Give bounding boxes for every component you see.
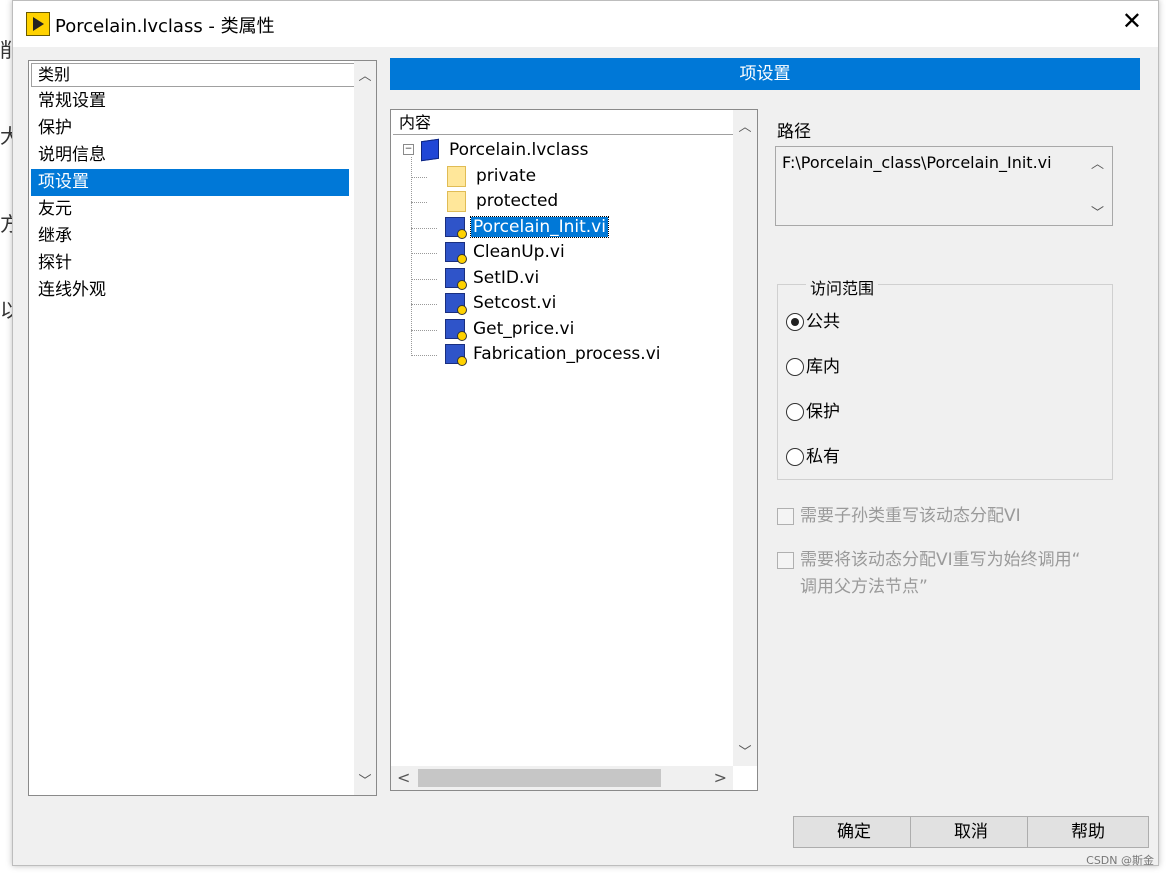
tree-node-vi[interactable]: Setcost.vi [445,291,558,315]
scroll-down-icon[interactable]: ﹀ [354,770,376,789]
contents-tree-header: 内容 [393,112,733,135]
tree-connector [411,228,437,229]
radio-unchecked-icon [786,403,804,421]
tree-node-label: Fabrication_process.vi [473,344,661,364]
tree-node-label: private [476,166,537,186]
scroll-down-icon[interactable]: ﹀ [1091,202,1104,221]
tree-horizontal-scrollbar[interactable]: < > [391,766,733,790]
folder-icon [447,190,466,212]
tree-node-folder[interactable]: private [447,164,538,188]
tree-connector [411,279,437,280]
category-list[interactable]: 类别 常规设置 保护 说明信息 项设置 友元 继承 探针 连线外观 ︿ ﹀ [28,60,377,796]
tree-connector [411,330,437,331]
category-item-friends[interactable]: 友元 [31,196,349,223]
checkbox-label: 需要子孙类重写该动态分配VI [800,506,1021,526]
scroll-up-icon[interactable]: ︿ [354,65,376,84]
category-item-item-settings[interactable]: 项设置 [31,169,349,196]
radio-checked-icon [786,313,804,331]
path-value: F:\Porcelain_class\Porcelain_Init.vi [782,153,1052,172]
category-item-inheritance[interactable]: 继承 [31,223,349,250]
checkbox-label: 需要将该动态分配VI重写为始终调用“ [800,550,1081,570]
scroll-thumb[interactable] [418,769,661,787]
vi-icon [445,344,467,366]
scroll-up-icon[interactable]: ︿ [1091,153,1104,172]
always-call-parent-checkbox[interactable]: 需要将该动态分配VI重写为始终调用“ 调用父方法节点” [777,547,1080,601]
category-list-header: 类别 [31,63,355,87]
category-item-protection[interactable]: 保护 [31,115,349,142]
folder-icon [447,165,466,187]
title-bar[interactable]: Porcelain.lvclass - 类属性 ✕ [13,1,1158,47]
category-item-general[interactable]: 常规设置 [31,88,349,115]
labview-app-icon [26,12,50,36]
category-item-wire-appearance[interactable]: 连线外观 [31,277,349,304]
radio-public[interactable]: 公共 [786,311,840,333]
access-scope-group: 访问范围 公共 库内 保护 私有 [777,275,1113,480]
override-required-checkbox[interactable]: 需要子孙类重写该动态分配VI [777,501,1021,526]
radio-unchecked-icon [786,358,804,376]
ok-button[interactable]: 确定 [793,816,915,848]
tree-vertical-scrollbar[interactable]: ︿ ﹀ [733,110,757,766]
tree-node-label: Setcost.vi [473,293,557,313]
tree-node-label: SetID.vi [473,268,540,288]
radio-label: 保护 [806,402,840,422]
tree-node-label: Porcelain_Init.vi [470,216,609,238]
tree-connector [411,304,437,305]
radio-protected[interactable]: 保护 [786,401,840,423]
collapse-icon[interactable]: − [403,144,414,155]
lvclass-icon [421,138,439,162]
window-title: Porcelain.lvclass - 类属性 [55,16,275,37]
tree-node-label: protected [476,191,559,211]
contents-tree[interactable]: 内容 − Porcelain.lvclass private protected… [390,109,758,791]
tree-node-label: Get_price.vi [473,319,575,339]
vi-icon [445,268,467,290]
tree-node-vi[interactable]: Porcelain_Init.vi [445,215,609,239]
category-item-documentation[interactable]: 说明信息 [31,142,349,169]
radio-label: 库内 [806,357,840,377]
path-label: 路径 [777,122,811,142]
category-scrollbar[interactable]: ︿ ﹀ [354,61,376,795]
checkbox-icon [777,551,794,569]
scroll-left-icon[interactable]: < [397,768,410,787]
tree-node-vi[interactable]: CleanUp.vi [445,240,567,264]
class-properties-dialog: Porcelain.lvclass - 类属性 ✕ 类别 常规设置 保护 说明信… [12,0,1159,866]
tree-node-vi[interactable]: SetID.vi [445,266,541,290]
vi-icon [445,293,467,315]
radio-unchecked-icon [786,448,804,466]
path-field[interactable]: F:\Porcelain_class\Porcelain_Init.vi ︿ ﹀ [775,146,1113,226]
watermark: CSDN @斯金 [1086,854,1154,867]
checkbox-icon [777,507,794,525]
tree-connector [411,253,437,254]
tree-node-label: Porcelain.lvclass [449,140,589,160]
tree-connector [411,157,412,356]
tree-node-vi[interactable]: Fabrication_process.vi [445,342,662,366]
tree-node-label: CleanUp.vi [473,242,565,262]
scroll-down-icon[interactable]: ﹀ [733,741,757,760]
radio-label: 公共 [806,312,840,332]
tree-node-vi[interactable]: Get_price.vi [445,317,576,341]
tree-connector [411,355,437,356]
tree-node-folder[interactable]: protected [447,189,560,213]
close-icon[interactable]: ✕ [1122,7,1142,35]
scroll-up-icon[interactable]: ︿ [733,116,757,135]
vi-icon [445,319,467,341]
scroll-right-icon[interactable]: > [714,768,727,787]
category-items: 常规设置 保护 说明信息 项设置 友元 继承 探针 连线外观 [31,88,349,304]
vi-icon [445,217,467,239]
tree-connector [411,202,427,203]
category-item-probes[interactable]: 探针 [31,250,349,277]
section-header: 项设置 [390,58,1140,90]
checkbox-label: 调用父方法节点” [800,577,928,597]
radio-community[interactable]: 库内 [786,356,840,378]
access-scope-title: 访问范围 [806,275,879,299]
radio-label: 私有 [806,447,840,467]
help-button[interactable]: 帮助 [1027,816,1149,848]
vi-icon [445,242,467,264]
tree-node-root[interactable]: Porcelain.lvclass [421,138,591,162]
cancel-button[interactable]: 取消 [910,816,1032,848]
tree-connector [411,177,427,178]
radio-private[interactable]: 私有 [786,446,840,468]
